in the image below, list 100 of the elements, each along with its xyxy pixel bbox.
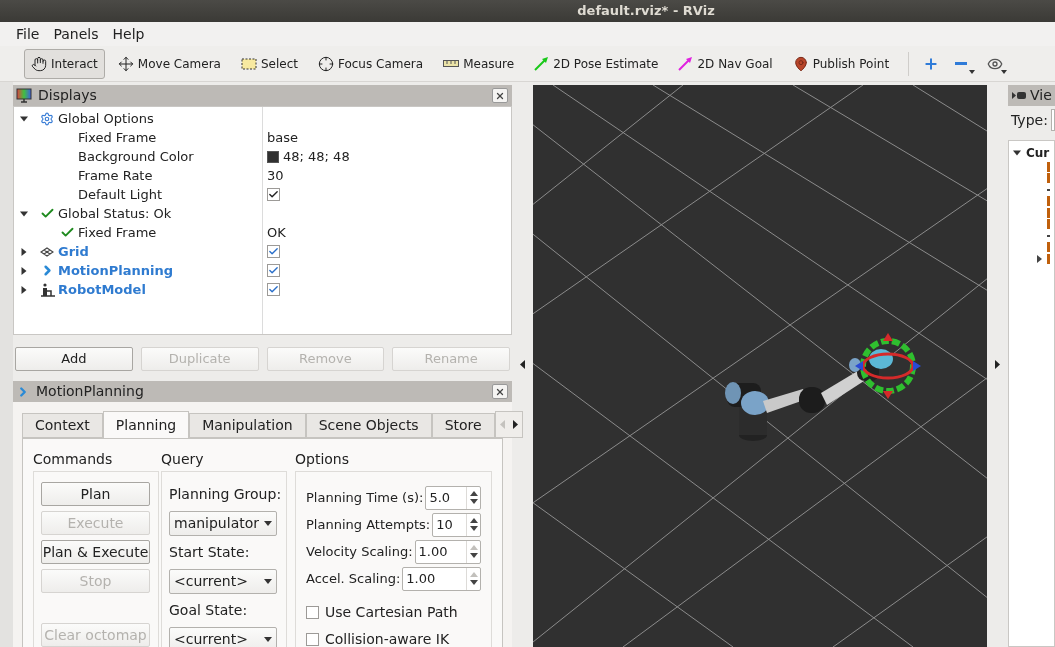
monitor-icon [16,88,32,103]
gear-icon [40,111,54,126]
tool-button[interactable]: Publish Point [785,48,897,79]
expand-arrow-icon[interactable] [1013,148,1021,157]
close-icon [495,386,505,397]
dropdown[interactable]: <current> [169,569,277,594]
spin-box[interactable]: 1.00 [402,566,481,591]
spin-box[interactable]: 5.0 [425,485,481,510]
tree-item-label[interactable]: Fixed Frame [78,127,157,148]
expand-arrow-icon[interactable] [1037,254,1042,263]
group-title: Options [295,450,351,467]
expand-arrow-icon[interactable] [20,247,28,256]
property-value: 48; 48; 48 [283,147,350,166]
property-value: OK [267,223,286,242]
tab[interactable]: Store [431,413,495,438]
tool-button[interactable]: 2D Nav Goal [671,48,780,79]
tool-button[interactable]: 2D Pose Estimate [527,48,666,79]
tree-item-label[interactable]: Global Status: Ok [58,203,172,224]
tab[interactable]: Scene Objects [305,413,432,438]
checkbox[interactable] [267,283,280,296]
field-label: Accel. Scaling: [306,569,401,588]
caret-icon [264,637,272,642]
move-icon [117,55,134,72]
property-value: 30 [267,166,284,185]
field-label: Planning Group: [169,485,279,504]
tool-button[interactable]: Select [233,48,305,79]
field-label: Planning Time (s): [306,488,424,507]
minus-icon [955,62,968,65]
dropdown[interactable]: manipulator [169,511,277,536]
field-label: Start State: [169,543,251,562]
close-icon [495,90,505,101]
tree-item-label[interactable]: Cur [1026,143,1050,162]
tree-item-label[interactable]: Frame Rate [78,165,153,186]
spin-down-icon[interactable] [469,553,478,558]
tree-item-label[interactable]: MotionPlanning [58,260,173,281]
tab[interactable]: Manipulation [189,413,306,438]
tool-button[interactable]: Measure [436,48,522,79]
checkbox[interactable] [267,264,280,277]
checkbox[interactable] [306,633,319,646]
crosshair-icon [317,55,334,72]
tool-button[interactable]: Interact [24,48,105,79]
arrow-icon [678,56,694,71]
color-swatch [267,150,279,163]
tree-item-label[interactable]: Default Light [78,184,163,205]
tree-item-label[interactable]: Fixed Frame [78,222,157,243]
field-label: Type: [1011,110,1048,130]
tree-item-label[interactable]: Global Options [58,108,154,129]
map-pin-icon [792,55,809,72]
checkbox[interactable] [306,606,319,619]
tree-item-label[interactable]: Grid [58,241,89,262]
checkbox[interactable] [267,188,280,201]
spin-up-icon[interactable] [469,491,478,496]
command-button[interactable]: Plan [41,482,150,506]
grid-icon [40,246,54,257]
spin-down-icon[interactable] [469,526,478,531]
display-action-button[interactable]: Add [15,347,133,371]
expand-arrow-icon[interactable] [20,209,28,218]
dropdown[interactable]: <current> [169,627,277,647]
tab[interactable]: Context [22,413,103,438]
tree-item-label[interactable]: Background Color [78,146,194,167]
dropdown-caret-icon [1001,69,1008,74]
tool-button[interactable]: Move Camera [110,48,228,79]
spin-box[interactable]: 1.00 [414,539,481,564]
spin-up-icon[interactable] [469,518,478,523]
field-label: Velocity Scaling: [306,542,413,561]
tool-button[interactable]: Focus Camera [310,48,431,79]
collapse-left-icon[interactable] [520,360,525,369]
panel-title: Displays [38,86,97,105]
expand-arrow-icon[interactable] [20,285,28,294]
expand-arrow-icon[interactable] [20,266,28,275]
spin-down-icon[interactable] [469,580,478,585]
tree-item-label[interactable]: RobotModel [58,279,146,300]
spin-down-icon[interactable] [469,499,478,504]
collapse-right-icon[interactable] [995,360,1000,369]
menu-item[interactable]: Panels [53,23,99,45]
hand-icon [31,55,47,72]
group-title: Commands [33,450,114,467]
field-label: Goal State: [169,601,249,620]
field-label: Planning Attempts: [306,515,431,534]
checkbox-label: Collision-aware IK [325,630,450,647]
spin-box[interactable]: 10 [432,512,481,537]
arrow-icon [534,56,550,71]
close-button[interactable] [492,384,508,399]
panel-title: MotionPlanning [36,382,144,401]
dashed-square-icon [240,57,257,70]
menu-item[interactable]: Help [112,23,145,45]
caret-icon [264,579,272,584]
interactive-marker-drawing [855,333,921,399]
property-value: base [267,128,298,147]
command-button[interactable]: Plan & Execute [41,540,150,564]
checkbox[interactable] [267,245,280,258]
camera-icon [1012,91,1026,100]
tab[interactable]: Planning [102,411,190,438]
3d-viewport[interactable] [533,85,987,647]
checkbox-label: Use Cartesian Path [325,603,458,622]
dropdown-caret-icon [969,69,976,74]
expand-arrow-icon[interactable] [20,114,28,123]
ruler-icon [443,60,460,67]
close-button[interactable] [492,88,508,103]
menu-item[interactable]: File [16,23,40,45]
